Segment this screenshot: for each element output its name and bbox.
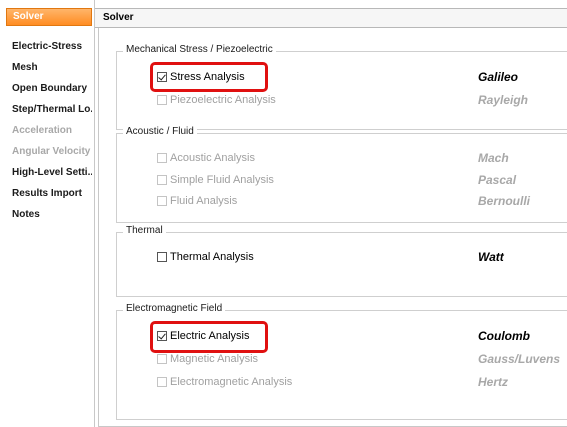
checkbox-label: Acoustic Analysis: [170, 152, 255, 164]
magnetic-analysis-checkbox: [157, 354, 167, 364]
checkbox-label: Magnetic Analysis: [170, 353, 259, 365]
main-panel: Solver Mechanical Stress / Piezoelectric…: [95, 0, 567, 427]
row-thermal-analysis: Thermal Analysis Watt: [157, 249, 567, 267]
group-title: Electromagnetic Field: [123, 303, 226, 314]
electric-analysis-checkbox[interactable]: [157, 331, 167, 341]
thermal-analysis-checkbox[interactable]: [157, 252, 167, 262]
group-mechanical-stress: Mechanical Stress / Piezoelectric Stress…: [116, 44, 567, 130]
sidebar-item-acceleration: Acceleration: [12, 125, 73, 136]
page-title: Solver: [103, 12, 134, 23]
group-thermal: Thermal Thermal Analysis Watt: [116, 225, 567, 297]
solver-name: Bernoulli: [478, 194, 531, 208]
checkbox-label[interactable]: Thermal Analysis: [170, 251, 254, 263]
electromagnetic-analysis-checkbox: [157, 377, 167, 387]
sidebar-item-notes[interactable]: Notes: [6, 206, 92, 224]
row-electromagnetic-analysis: Electromagnetic Analysis Hertz: [157, 374, 567, 392]
group-acoustic-fluid: Acoustic / Fluid Acoustic Analysis Mach …: [116, 126, 567, 223]
solver-name: Galileo: [478, 70, 519, 84]
simple-fluid-analysis-checkbox: [157, 175, 167, 185]
solver-name: Gauss/Luvens: [478, 352, 561, 366]
group-electromagnetic-field: Electromagnetic Field Electric Analysis …: [116, 303, 567, 420]
solver-name: Rayleigh: [478, 93, 529, 107]
row-acoustic-analysis: Acoustic Analysis Mach: [157, 150, 567, 168]
solver-name: Mach: [478, 151, 509, 165]
row-fluid-analysis: Fluid Analysis Bernoulli: [157, 193, 567, 211]
checkbox-label: Simple Fluid Analysis: [170, 174, 274, 186]
panel-header: Solver: [95, 8, 567, 28]
sidebar: Solver Electric-Stress Mesh Open Boundar…: [0, 0, 95, 427]
checkbox-label: Electromagnetic Analysis: [170, 376, 293, 388]
acoustic-analysis-checkbox: [157, 153, 167, 163]
piezoelectric-analysis-checkbox: [157, 95, 167, 105]
stress-analysis-checkbox[interactable]: [157, 72, 167, 82]
checkbox-label[interactable]: Stress Analysis: [170, 71, 245, 83]
group-title: Thermal: [123, 225, 166, 236]
sidebar-item-mesh[interactable]: Mesh: [6, 59, 92, 77]
checkbox-label: Piezoelectric Analysis: [170, 94, 276, 106]
sidebar-item-solver[interactable]: Solver: [6, 8, 92, 26]
sidebar-item-high-level-settings[interactable]: High-Level Setti...: [6, 164, 92, 182]
group-title: Mechanical Stress / Piezoelectric: [123, 44, 276, 55]
solver-name: Hertz: [478, 375, 509, 389]
row-simple-fluid-analysis: Simple Fluid Analysis Pascal: [157, 172, 567, 190]
row-magnetic-analysis: Magnetic Analysis Gauss/Luvens: [157, 351, 567, 369]
panel-body: Mechanical Stress / Piezoelectric Stress…: [98, 28, 567, 427]
row-electric-analysis: Electric Analysis Coulomb: [157, 328, 567, 346]
sidebar-item-open-boundary[interactable]: Open Boundary: [6, 80, 92, 98]
group-title: Acoustic / Fluid: [123, 126, 197, 137]
checkbox-label: Fluid Analysis: [170, 195, 238, 207]
sidebar-item-electric-stress[interactable]: Electric-Stress: [6, 38, 92, 56]
row-piezoelectric-analysis: Piezoelectric Analysis Rayleigh: [157, 92, 567, 110]
sidebar-item-step-thermal-load[interactable]: Step/Thermal Lo...: [6, 101, 92, 119]
fluid-analysis-checkbox: [157, 196, 167, 206]
solver-name: Coulomb: [478, 329, 530, 343]
sidebar-item-angular-velocity: Angular Velocity: [12, 146, 91, 157]
solver-name: Pascal: [478, 173, 517, 187]
checkbox-label[interactable]: Electric Analysis: [170, 330, 249, 342]
row-stress-analysis: Stress Analysis Galileo: [157, 69, 567, 87]
sidebar-item-results-import[interactable]: Results Import: [6, 185, 92, 203]
solver-name: Watt: [478, 250, 504, 264]
